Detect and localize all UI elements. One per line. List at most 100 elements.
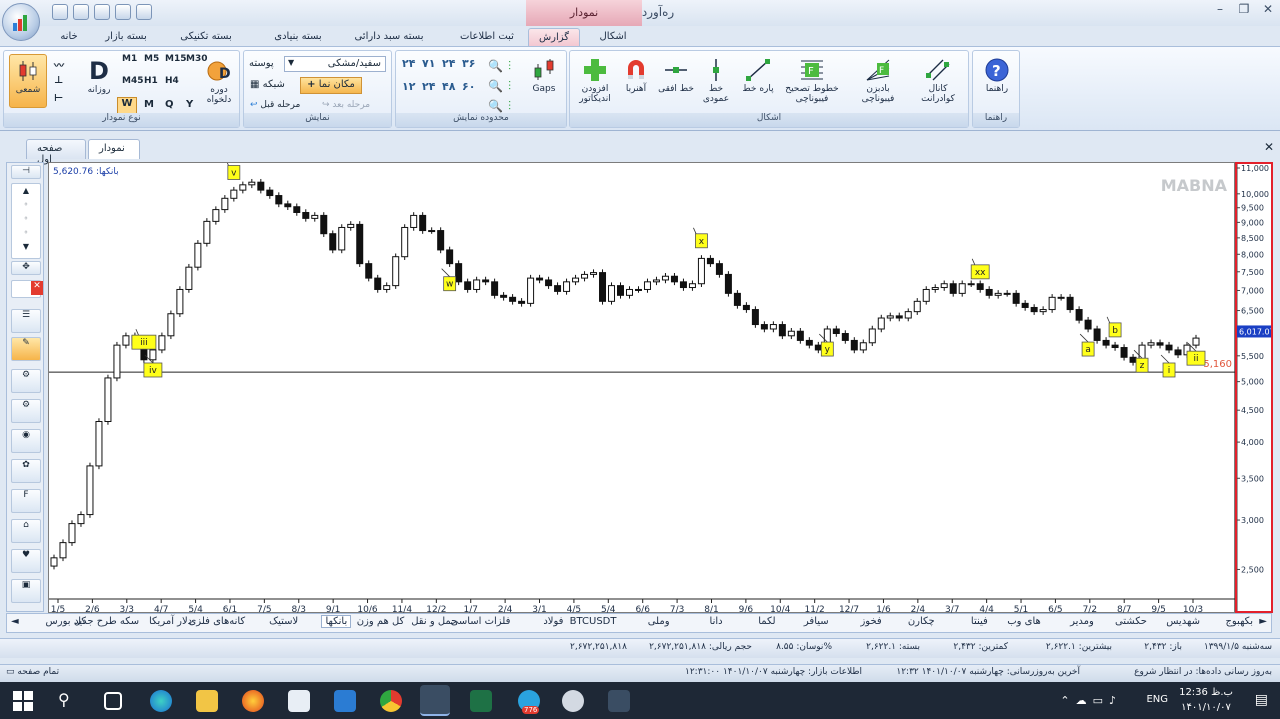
ticker-tab[interactable]: حمل و نقل bbox=[411, 616, 457, 627]
fullscreen-toggle[interactable]: ▭ تمام صفحه bbox=[6, 667, 59, 677]
delete-icon[interactable]: ✕ bbox=[31, 281, 43, 295]
tab-report[interactable]: گزارش bbox=[528, 28, 580, 47]
ticker-tab[interactable]: وملی bbox=[648, 616, 670, 627]
period-m15[interactable]: M15 bbox=[165, 54, 186, 64]
vertical-line-button[interactable]: خط عمودی bbox=[698, 58, 734, 104]
range-12[interactable]: ۱۲ bbox=[402, 80, 422, 93]
fibonacci-retracement-button[interactable]: F خطوط تصحیح فیبوناچی bbox=[782, 58, 842, 104]
price-chart[interactable]: 1/5 2/6 3/3 4/7 5/4 6/1 7/5 8/3 9/1 10/6 11/4 12/2 1… bbox=[49, 163, 1236, 614]
period-h4[interactable]: H4 bbox=[165, 76, 179, 86]
ticker-tab[interactable]: فولاد bbox=[543, 616, 563, 627]
tab-technical-package[interactable]: بسته تکنیکی bbox=[170, 28, 242, 47]
ticker-tab[interactable]: حکشتی bbox=[1115, 616, 1147, 627]
grid-button[interactable]: ▦ شبکه bbox=[250, 79, 285, 90]
chrome-icon[interactable] bbox=[380, 690, 402, 712]
period-h1[interactable]: H1 bbox=[144, 76, 158, 86]
windows-start-icon[interactable] bbox=[12, 690, 34, 712]
heart-icon[interactable]: ♥ bbox=[11, 549, 41, 573]
period-m45[interactable]: M45 bbox=[122, 76, 143, 86]
ticker-tab[interactable]: چکارن bbox=[908, 616, 935, 627]
period-y[interactable]: Y bbox=[186, 99, 193, 110]
store-icon[interactable] bbox=[288, 690, 310, 712]
rahavard-taskbar-icon[interactable] bbox=[420, 685, 450, 716]
magnet-button[interactable]: آهنربا bbox=[618, 58, 654, 94]
step-chart-icon[interactable]: ⊢ bbox=[54, 93, 63, 104]
ticker-tab[interactable]: شهدیس bbox=[1166, 616, 1200, 627]
line-chart-icon[interactable]: 〰 bbox=[54, 57, 64, 72]
quadrant-channel-button[interactable]: کانال کوادرانت bbox=[912, 58, 964, 104]
skin-select[interactable]: ▼ سفید/مشکی bbox=[284, 56, 386, 72]
ticker-scroll-right[interactable]: ► bbox=[1259, 616, 1267, 627]
ticker-tab[interactable]: فلزات اساسی bbox=[451, 616, 511, 627]
tool-icon-2[interactable]: ✎ bbox=[11, 337, 41, 361]
trend-line-button[interactable]: پاره خط bbox=[738, 58, 778, 94]
tool-icon-8[interactable]: ⌂ bbox=[11, 519, 41, 543]
ticker-tab[interactable]: بانکها bbox=[321, 615, 352, 628]
ticker-tab[interactable]: کل بورس bbox=[46, 616, 87, 627]
bar-chart-icon[interactable]: ⊥ bbox=[54, 75, 63, 86]
tool-icon-5[interactable]: ◉ bbox=[11, 429, 41, 453]
tab-portfolio-package[interactable]: بسته سبد دارائی bbox=[345, 28, 433, 47]
custom-period-button[interactable]: D دوره دلخواه bbox=[202, 59, 236, 105]
minimize-button[interactable]: – bbox=[1208, 2, 1232, 20]
paint-icon[interactable] bbox=[562, 690, 584, 712]
file-explorer-icon[interactable] bbox=[196, 690, 218, 712]
close-icon[interactable]: ✕ bbox=[1264, 140, 1274, 154]
chart-scale-stepper[interactable]: ▲ ◦ ◦ ◦ ▼ bbox=[11, 183, 41, 259]
y-axis-panel[interactable]: 2,5003,0003,5004,0004,5005,0005,5006,000… bbox=[1235, 162, 1275, 613]
ticker-tab[interactable]: دانا bbox=[710, 616, 723, 627]
telegram-icon[interactable]: 776 bbox=[518, 690, 540, 714]
tab-shapes[interactable]: اشکال bbox=[590, 28, 636, 47]
ticker-tab[interactable]: سیافر bbox=[804, 616, 829, 627]
tool-icon-7[interactable]: F bbox=[11, 489, 41, 513]
excel-icon[interactable] bbox=[470, 690, 492, 712]
fibonacci-fan-button[interactable]: F بادبزن فیبوناچی bbox=[850, 58, 906, 104]
range-24-1[interactable]: ۲۴ bbox=[402, 57, 422, 70]
help-button[interactable]: ? راهنما bbox=[977, 58, 1017, 94]
gaps-button[interactable]: Gaps bbox=[526, 58, 562, 94]
tab-home[interactable]: خانه bbox=[52, 28, 86, 47]
range-24-2[interactable]: ۲۴ bbox=[442, 57, 462, 70]
ticker-tab[interactable]: دلار آمریکا bbox=[149, 616, 192, 627]
tray-icons[interactable]: ⌃☁▭♪ bbox=[1060, 694, 1122, 707]
scroll-left-icon[interactable]: ⫶ bbox=[508, 56, 511, 76]
period-m5[interactable]: M5 bbox=[144, 54, 159, 64]
edge-icon[interactable] bbox=[150, 690, 172, 712]
range-48[interactable]: ۴۸ bbox=[442, 80, 462, 93]
ticker-tab[interactable]: کانه‌های فلزی bbox=[188, 616, 245, 627]
ticker-tab[interactable]: لاستیک bbox=[269, 616, 298, 627]
ticker-tab[interactable]: بکهبوج bbox=[1225, 616, 1253, 627]
period-m1[interactable]: M1 bbox=[122, 54, 137, 64]
chart-panel[interactable]: 1/5 2/6 3/3 4/7 5/4 6/1 7/5 8/3 9/1 10/6 11/4 12/2 1… bbox=[48, 162, 1236, 614]
ticker-tab[interactable]: ومدیر bbox=[1070, 616, 1094, 627]
range-36[interactable]: ۳۶ bbox=[462, 57, 482, 70]
task-view-icon[interactable] bbox=[104, 692, 122, 710]
zoom-out-icon[interactable]: 🔍 bbox=[488, 76, 503, 96]
horizontal-line-button[interactable]: خط افقی bbox=[658, 58, 694, 94]
ticker-tab[interactable]: کل هم وزن bbox=[357, 616, 405, 627]
ticker-tab[interactable]: لکما bbox=[758, 616, 775, 627]
tool-icon-6[interactable]: ✿ bbox=[11, 459, 41, 483]
tab-chart[interactable]: نمودار bbox=[88, 139, 140, 159]
zoom-in-icon[interactable]: 🔍 bbox=[488, 56, 503, 76]
search-icon[interactable]: ⚲ bbox=[58, 690, 80, 712]
period-m[interactable]: M bbox=[144, 99, 154, 110]
tab-market-package[interactable]: بسته بازار bbox=[96, 28, 156, 47]
tab-fundamental-package[interactable]: بسته بنیادی bbox=[262, 28, 334, 47]
ticker-tab[interactable]: BTCUSDT bbox=[570, 616, 617, 627]
close-window-button[interactable]: ✕ bbox=[1256, 2, 1280, 20]
tool-icon-3[interactable]: ⚙ bbox=[11, 369, 41, 393]
dev-tool-icon[interactable] bbox=[608, 690, 630, 712]
ticker-tab[interactable]: های وب bbox=[1007, 616, 1041, 627]
range-60[interactable]: ۶۰ bbox=[462, 80, 482, 93]
mail-icon[interactable] bbox=[334, 690, 356, 712]
tool-icon-10[interactable]: ▣ bbox=[11, 579, 41, 603]
cursor-button[interactable]: + مکان نما bbox=[300, 77, 362, 94]
ticker-scroll-left[interactable]: ◄ bbox=[11, 616, 19, 627]
prev-step-button[interactable]: ↩ مرحله قبل bbox=[250, 100, 300, 110]
add-indicator-button[interactable]: افزودن اندیکاتور bbox=[572, 58, 618, 104]
range-24-3[interactable]: ۲۴ bbox=[422, 80, 442, 93]
pin-icon[interactable]: ⊣ bbox=[11, 165, 41, 179]
tab-data-entry[interactable]: ثبت اطلاعات bbox=[452, 28, 522, 47]
maximize-button[interactable]: ❐ bbox=[1232, 2, 1256, 20]
